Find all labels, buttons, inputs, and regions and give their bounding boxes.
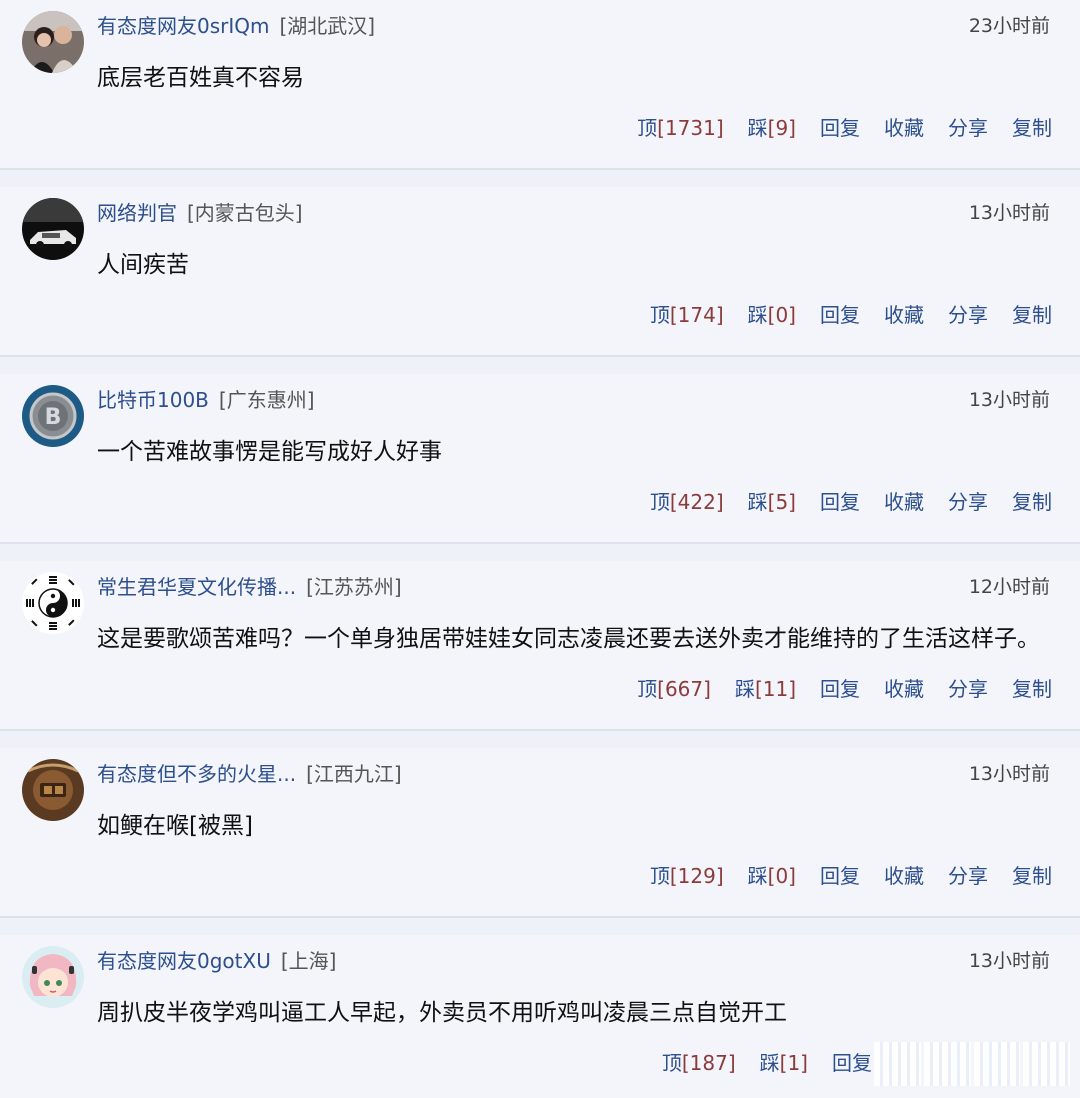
vote-count: [129] [669, 864, 724, 888]
comment-content: 如鲠在喉[被黑] [97, 813, 253, 839]
watermark-stripe [923, 1042, 971, 1086]
comment-time: 13小时前 [968, 389, 1050, 411]
couple-photo-avatar[interactable] [22, 11, 84, 73]
reply-button[interactable]: 回复 [820, 861, 860, 891]
watermark-stripe [874, 1042, 921, 1086]
reply-button[interactable]: 回复 [832, 1048, 872, 1078]
upvote-button[interactable]: 顶[187] [662, 1048, 736, 1078]
comment-actions: 顶[174] 踩[0] 回复 收藏 分享 复制 [650, 300, 1052, 330]
reply-button[interactable]: 回复 [820, 113, 860, 143]
car-photo-avatar[interactable] [22, 198, 84, 260]
brown-photo-avatar[interactable] [22, 759, 84, 821]
collect-button[interactable]: 收藏 [884, 113, 924, 143]
watermark-overlay [874, 1042, 1070, 1086]
comment-actions: 顶[187] 踩[1] 回复 [662, 1048, 872, 1078]
comment-item: 有态度网友0srIQm [湖北武汉] 23小时前 底层老百姓真不容易 顶[1731… [0, 0, 1080, 170]
downvote-button[interactable]: 踩[0] [748, 861, 796, 891]
vote-count: [174] [669, 303, 724, 327]
comment-time: 13小时前 [968, 950, 1050, 972]
comment-time: 12小时前 [968, 576, 1050, 598]
username-link[interactable]: 有态度网友0srIQm [97, 14, 270, 38]
comment-actions: 顶[129] 踩[0] 回复 收藏 分享 复制 [650, 861, 1052, 891]
share-button[interactable]: 分享 [948, 861, 988, 891]
upvote-button[interactable]: 顶[1731] [637, 113, 724, 143]
user-location: [广东惠州] [218, 388, 315, 412]
comment-content: 一个苦难故事愣是能写成好人好事 [97, 439, 442, 465]
vote-count: [0] [767, 864, 796, 888]
downvote-button[interactable]: 踩[1] [760, 1048, 808, 1078]
comment-time: 13小时前 [968, 763, 1050, 785]
svg-text:B: B [45, 405, 62, 430]
upvote-button[interactable]: 顶[129] [650, 861, 724, 891]
user-location: [江西九江] [306, 762, 402, 786]
bitcoin-avatar[interactable]: B [22, 385, 84, 447]
user-location: [上海] [280, 949, 337, 973]
collect-button[interactable]: 收藏 [884, 300, 924, 330]
upvote-button[interactable]: 顶[667] [637, 674, 711, 704]
username-line: 有态度但不多的火星... [江西九江] [97, 760, 402, 788]
watermark-stripe [973, 1042, 1021, 1086]
reply-button[interactable]: 回复 [820, 300, 860, 330]
vote-count: [9] [767, 116, 796, 140]
vote-count: [1731] [657, 116, 724, 140]
username-line: 有态度网友0srIQm [湖北武汉] [97, 12, 375, 40]
copy-button[interactable]: 复制 [1012, 861, 1052, 891]
vote-count: [0] [767, 303, 796, 327]
comment-content: 这是要歌颂苦难吗？一个单身独居带娃娃女同志凌晨还要去送外卖才能维持的了生活这样子… [97, 626, 1040, 652]
yin-yang-bagua-avatar[interactable] [22, 572, 84, 634]
username-line: 常生君华夏文化传播... [江苏苏州] [97, 573, 402, 601]
username-line: 比特币100B [广东惠州] [97, 386, 315, 414]
comment-item: B 比特币100B [广东惠州] 13小时前 一个苦难故事愣是能写成好人好事 顶[… [0, 374, 1080, 544]
share-button[interactable]: 分享 [948, 300, 988, 330]
copy-button[interactable]: 复制 [1012, 487, 1052, 517]
vote-count: [187] [681, 1051, 736, 1075]
upvote-button[interactable]: 顶[174] [650, 300, 724, 330]
share-button[interactable]: 分享 [948, 674, 988, 704]
copy-button[interactable]: 复制 [1012, 113, 1052, 143]
comment-item: 网络判官 [内蒙古包头] 13小时前 人间疾苦 顶[174] 踩[0] 回复 收藏… [0, 187, 1080, 357]
username-link[interactable]: 常生君华夏文化传播... [97, 575, 296, 599]
collect-button[interactable]: 收藏 [884, 674, 924, 704]
watermark-stripe [1023, 1042, 1070, 1086]
username-link[interactable]: 网络判官 [97, 201, 177, 225]
comment-content: 周扒皮半夜学鸡叫逼工人早起，外卖员不用听鸡叫凌晨三点自觉开工 [97, 1000, 787, 1026]
share-button[interactable]: 分享 [948, 487, 988, 517]
downvote-button[interactable]: 踩[9] [748, 113, 796, 143]
comment-actions: 顶[667] 踩[11] 回复 收藏 分享 复制 [637, 674, 1052, 704]
user-location: [江苏苏州] [306, 575, 402, 599]
username-link[interactable]: 有态度网友0gotXU [97, 949, 271, 973]
downvote-button[interactable]: 踩[0] [748, 300, 796, 330]
vote-count: [422] [669, 490, 724, 514]
collect-button[interactable]: 收藏 [884, 487, 924, 517]
collect-button[interactable]: 收藏 [884, 861, 924, 891]
downvote-button[interactable]: 踩[11] [735, 674, 796, 704]
vote-count: [11] [754, 677, 796, 701]
reply-button[interactable]: 回复 [820, 674, 860, 704]
comment-actions: 顶[1731] 踩[9] 回复 收藏 分享 复制 [637, 113, 1052, 143]
vote-count: [1] [779, 1051, 808, 1075]
vote-count: [5] [767, 490, 796, 514]
downvote-button[interactable]: 踩[5] [748, 487, 796, 517]
upvote-button[interactable]: 顶[422] [650, 487, 724, 517]
username-line: 网络判官 [内蒙古包头] [97, 199, 303, 227]
username-link[interactable]: 比特币100B [97, 388, 209, 412]
user-location: [内蒙古包头] [187, 201, 303, 225]
comment-item: 常生君华夏文化传播... [江苏苏州] 12小时前 这是要歌颂苦难吗？一个单身独居… [0, 561, 1080, 731]
comment-time: 13小时前 [968, 202, 1050, 224]
username-line: 有态度网友0gotXU [上海] [97, 947, 336, 975]
user-location: [湖北武汉] [279, 14, 376, 38]
share-button[interactable]: 分享 [948, 113, 988, 143]
comment-list: 有态度网友0srIQm [湖北武汉] 23小时前 底层老百姓真不容易 顶[1731… [0, 0, 1080, 1098]
comment-content: 人间疾苦 [97, 252, 189, 278]
reply-button[interactable]: 回复 [820, 487, 860, 517]
comment-time: 23小时前 [968, 15, 1050, 37]
copy-button[interactable]: 复制 [1012, 300, 1052, 330]
vote-count: [667] [657, 677, 711, 701]
username-link[interactable]: 有态度但不多的火星... [97, 762, 296, 786]
copy-button[interactable]: 复制 [1012, 674, 1052, 704]
comment-content: 底层老百姓真不容易 [97, 65, 304, 91]
comment-item: 有态度但不多的火星... [江西九江] 13小时前 如鲠在喉[被黑] 顶[129]… [0, 748, 1080, 918]
anime-girl-avatar[interactable] [22, 946, 84, 1008]
comment-actions: 顶[422] 踩[5] 回复 收藏 分享 复制 [650, 487, 1052, 517]
